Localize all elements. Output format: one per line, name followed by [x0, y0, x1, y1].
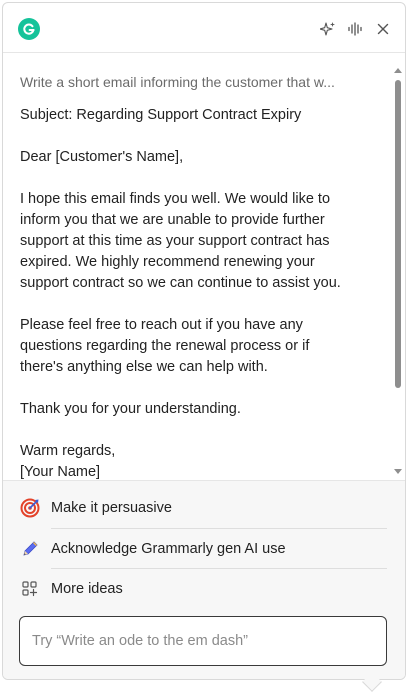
generated-email: Subject: Regarding Support Contract Expi…: [20, 105, 375, 480]
email-line: inform you that we are unable to provide…: [20, 212, 325, 228]
scrollbar-thumb[interactable]: [395, 80, 401, 388]
email-thanks: Thank you for your understanding.: [20, 401, 241, 417]
email-line: expired. We highly recommend renewing yo…: [20, 254, 315, 270]
email-paragraph-2: Please feel free to reach out if you hav…: [20, 315, 375, 378]
prompt-input-box[interactable]: [19, 616, 387, 666]
email-subject: Subject: Regarding Support Contract Expi…: [20, 107, 302, 123]
prompt-input[interactable]: [32, 631, 372, 651]
suggestions-footer: Make it persuasive Acknowledge Grammarly…: [3, 480, 405, 679]
vertical-scrollbar[interactable]: [394, 66, 402, 476]
suggestion-more-ideas[interactable]: More ideas: [3, 569, 405, 609]
panel-header: [3, 3, 405, 53]
email-line: I hope this email finds you well. We wou…: [20, 191, 331, 207]
prompt-text: Write a short email informing the custom…: [20, 74, 335, 90]
email-closing: Warm regards,: [20, 443, 116, 459]
email-line: support at this time as your support con…: [20, 233, 330, 249]
scroll-up-arrow-icon[interactable]: [394, 66, 402, 74]
email-line: questions regarding the renewal process …: [20, 338, 310, 354]
suggestion-acknowledge-gen-ai[interactable]: Acknowledge Grammarly gen AI use: [3, 529, 405, 569]
scroll-down-arrow-icon[interactable]: [394, 468, 402, 476]
suggestion-label: Make it persuasive: [51, 500, 172, 516]
target-icon: [19, 497, 41, 519]
grammarly-logo-icon: [18, 18, 40, 40]
email-line: there's anything else we can help with.: [20, 359, 268, 375]
voice-waveform-icon[interactable]: [344, 18, 366, 40]
email-greeting: Dear [Customer's Name],: [20, 149, 184, 165]
generated-content[interactable]: Write a short email informing the custom…: [3, 54, 405, 480]
email-line: support contract so we can continue to a…: [20, 275, 341, 291]
suggestion-make-persuasive[interactable]: Make it persuasive: [3, 488, 405, 528]
pen-icon: [19, 538, 41, 560]
email-paragraph-1: I hope this email finds you well. We wou…: [20, 189, 375, 294]
more-ideas-grid-icon: [19, 578, 41, 600]
email-line: Please feel free to reach out if you hav…: [20, 317, 303, 333]
suggestion-label: More ideas: [51, 581, 123, 597]
sparkle-icon[interactable]: [317, 18, 339, 40]
email-signature: [Your Name]: [20, 464, 101, 480]
suggestion-label: Acknowledge Grammarly gen AI use: [51, 541, 286, 557]
close-icon[interactable]: [372, 18, 394, 40]
grammarly-panel: Write a short email informing the custom…: [2, 2, 406, 680]
